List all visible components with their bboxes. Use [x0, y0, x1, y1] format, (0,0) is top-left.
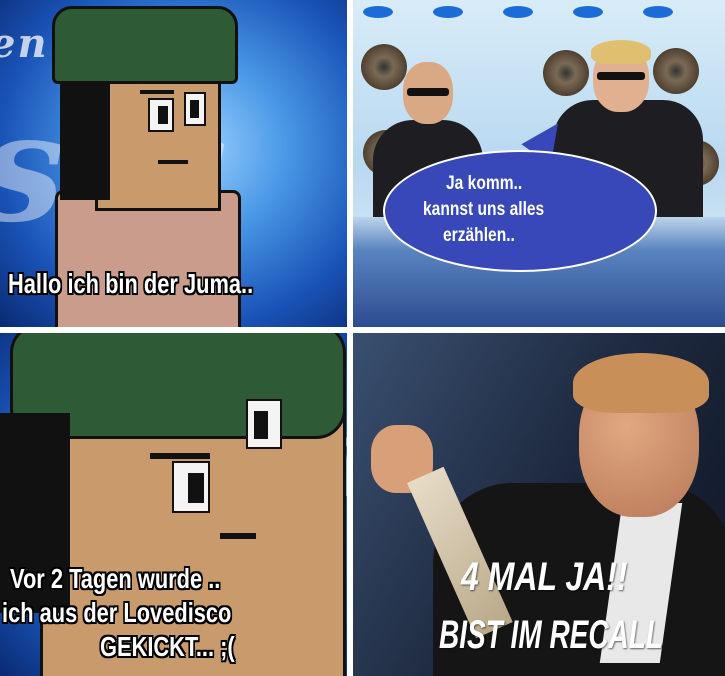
- character-pupil: [190, 100, 199, 118]
- character-eyebrow: [150, 453, 210, 459]
- record-disc: [361, 44, 407, 90]
- speech-line: erzählen..: [443, 225, 515, 246]
- character-mouth: [158, 160, 188, 164]
- character-mouth: [220, 533, 256, 539]
- character-hair: [60, 70, 110, 200]
- panel-1-caption: Hallo ich bin der Juma..: [8, 268, 254, 299]
- speech-line: Ja komm..: [446, 173, 523, 194]
- sunglasses: [407, 88, 449, 96]
- character-pupil: [158, 106, 168, 124]
- decor-light: [363, 6, 393, 18]
- record-disc: [543, 50, 589, 96]
- decor-light: [573, 6, 603, 18]
- panel-3-caption-line: Vor 2 Tagen wurde ..: [10, 563, 221, 594]
- comic-panel-3: ta Vor 2 Tagen wurde .. ich aus der Love…: [0, 333, 347, 676]
- panel-4-caption-line: BIST IM RECALL: [439, 613, 663, 657]
- character-pupil: [188, 473, 204, 503]
- character-pupil: [254, 411, 268, 439]
- comic-panel-2: Ja komm.. kannst uns alles erzählen..: [353, 0, 725, 327]
- sunglasses: [597, 72, 645, 80]
- decor-light: [433, 6, 463, 18]
- character-cap: [52, 6, 238, 84]
- decor-light: [503, 6, 533, 18]
- speech-line: kannst uns alles: [423, 199, 545, 220]
- person-hair: [573, 353, 709, 413]
- panel-4-caption-line: 4 MAL JA!!: [461, 555, 628, 599]
- stage-logo-fragment: en: [0, 20, 49, 67]
- judge-right-hair: [591, 40, 651, 64]
- decor-light: [643, 6, 673, 18]
- panel-3-caption-line: GEKICKT... ;(: [100, 631, 235, 662]
- record-disc: [653, 48, 699, 94]
- character-eyebrow: [140, 90, 174, 94]
- comic-panel-4: 4 MAL JA!! BIST IM RECALL: [353, 333, 725, 676]
- panel-3-caption-line: ich aus der Lovedisco: [2, 597, 232, 628]
- comic-panel-1: en sta Hallo ich bin der Juma..: [0, 0, 347, 327]
